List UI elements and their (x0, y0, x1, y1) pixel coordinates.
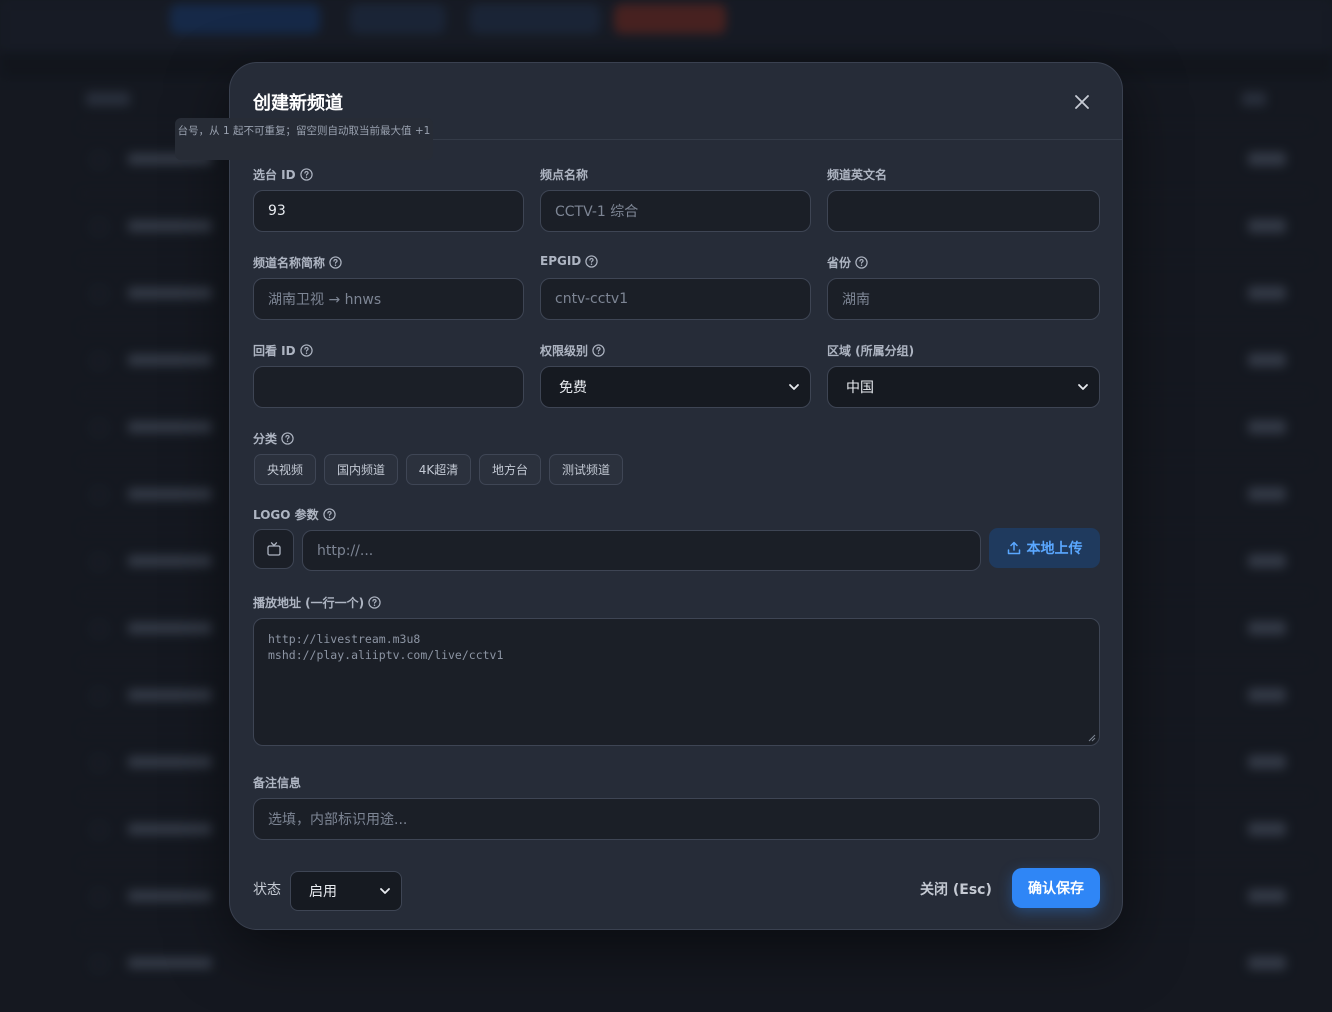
epgid-input[interactable]: cntv-cctv1 (540, 278, 811, 320)
create-channel-modal: 创建新频道 选台 ID 93 频点名称 CCTV-1 综合 频道英文名 频道名称… (229, 62, 1123, 930)
upload-button[interactable]: 本地上传 (989, 528, 1100, 568)
category-tag[interactable]: 测试频道 (549, 454, 623, 485)
play-url-label-text: 播放地址 (一行一个) (253, 596, 365, 610)
modal-title: 创建新频道 (253, 93, 343, 114)
help-circle-icon[interactable] (299, 168, 313, 181)
playback-id-input[interactable] (253, 366, 524, 408)
channel-name-label-text: 频点名称 (540, 168, 589, 182)
channel-id-label-text: 选台 ID (253, 168, 296, 182)
upload-icon (1007, 541, 1020, 555)
region-select[interactable]: 中国 (827, 366, 1100, 408)
help-circle-icon[interactable] (299, 344, 313, 357)
help-circle-icon[interactable] (592, 344, 605, 357)
permission-select[interactable]: 免费 (540, 366, 811, 408)
channel-id-input[interactable]: 93 (253, 190, 524, 232)
close-button[interactable] (1070, 90, 1094, 114)
channel-en-input[interactable] (827, 190, 1100, 232)
close-esc-button[interactable]: 关闭 (Esc) (920, 879, 992, 899)
region-selected-value: 中国 (846, 380, 874, 396)
help-circle-icon[interactable] (322, 508, 336, 521)
short-name-input[interactable]: 湖南卫视 → hnws (253, 278, 524, 320)
help-circle-icon[interactable] (329, 256, 342, 269)
epgid-label-text: EPGID (540, 254, 582, 268)
channel-id-label: 选台 ID (253, 166, 313, 183)
region-label-text: 区域 (所属分组) (827, 344, 915, 358)
province-input[interactable]: 湖南 (827, 278, 1100, 320)
remark-label-text: 备注信息 (253, 776, 302, 790)
category-tag[interactable]: 国内频道 (324, 454, 398, 485)
category-tag[interactable]: 地方台 (479, 454, 541, 485)
save-button[interactable]: 确认保存 (1012, 868, 1100, 908)
permission-selected-value: 免费 (559, 380, 587, 396)
help-circle-icon[interactable] (281, 432, 294, 445)
play-url-placeholder-line: mshd://play.aliiptv.com/live/cctv1 (268, 648, 504, 662)
short-name-label-text: 频道名称简称 (253, 256, 326, 270)
tv-icon (266, 542, 281, 556)
permission-label: 权限级别 (540, 342, 605, 359)
playback-id-label: 回看 ID (253, 342, 313, 359)
remark-input[interactable]: 选填，内部标识用途... (253, 798, 1100, 840)
province-label: 省份 (827, 254, 868, 271)
channel-en-label: 频道英文名 (827, 166, 887, 183)
permission-label-text: 权限级别 (540, 344, 589, 358)
chevron-down-icon (1078, 384, 1088, 390)
logo-label-text: LOGO 参数 (253, 508, 319, 522)
category-tag[interactable]: 央视频 (254, 454, 316, 485)
logo-url-input[interactable]: http://... (302, 530, 981, 571)
category-label-text: 分类 (253, 432, 278, 446)
play-url-label: 播放地址 (一行一个) (253, 594, 381, 611)
channel-name-label: 频点名称 (540, 166, 588, 183)
logo-label: LOGO 参数 (253, 506, 336, 523)
channel-id-tooltip: 台号，从 1 起不可重复；留空则自动取当前最大值 +1 (175, 118, 433, 160)
remark-label: 备注信息 (253, 774, 301, 791)
logo-preview (253, 529, 294, 569)
play-url-textarea[interactable]: http://livestream.m3u8 mshd://play.aliip… (253, 618, 1100, 746)
upload-button-label: 本地上传 (1026, 541, 1083, 557)
help-circle-icon[interactable] (585, 254, 598, 268)
category-label: 分类 (253, 430, 294, 447)
close-icon (1075, 95, 1089, 109)
resize-handle-icon[interactable] (1088, 734, 1096, 742)
category-tag[interactable]: 4K超清 (406, 454, 471, 485)
status-selected-value: 启用 (309, 884, 337, 900)
status-label: 状态 (253, 882, 281, 898)
play-url-placeholder-line: http://livestream.m3u8 (268, 632, 421, 646)
help-circle-icon[interactable] (855, 256, 868, 269)
short-name-label: 频道名称简称 (253, 254, 342, 271)
chevron-down-icon (789, 384, 799, 390)
help-circle-icon[interactable] (368, 596, 381, 609)
channel-name-input[interactable]: CCTV-1 综合 (540, 190, 811, 232)
region-label: 区域 (所属分组) (827, 342, 914, 359)
epgid-label: EPGID (540, 254, 598, 268)
channel-en-label-text: 频道英文名 (827, 168, 888, 182)
status-select[interactable]: 启用 (290, 871, 402, 911)
chevron-down-icon (380, 888, 390, 894)
province-label-text: 省份 (827, 256, 852, 270)
playback-id-label-text: 回看 ID (253, 344, 296, 358)
